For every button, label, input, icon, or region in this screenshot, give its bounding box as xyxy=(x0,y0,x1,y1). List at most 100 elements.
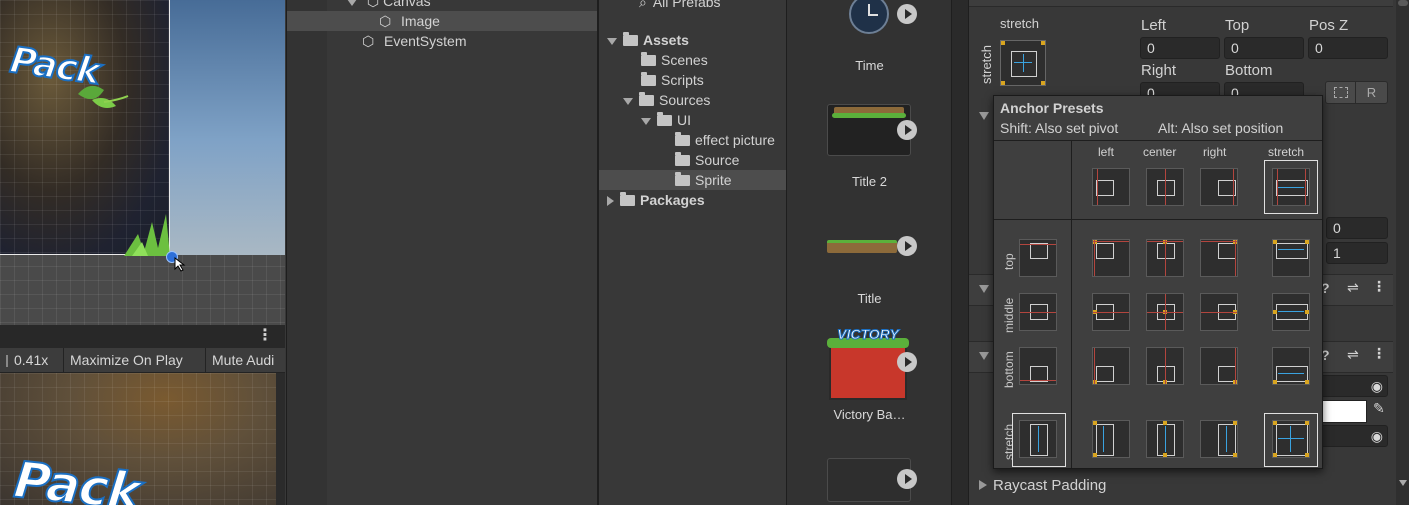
anchor-presets-popup: Anchor Presets Shift: Also set pivot Alt… xyxy=(993,95,1323,469)
tree-item-packages[interactable]: Packages xyxy=(607,190,705,210)
foldout-arrow-icon[interactable] xyxy=(979,285,989,293)
hierarchy-item-canvas[interactable]: ⬡ Canvas xyxy=(347,0,431,11)
inspector-scrollbar[interactable] xyxy=(1396,0,1409,505)
play-icon[interactable] xyxy=(897,469,917,489)
hierarchy-label: Canvas xyxy=(383,0,431,9)
scroll-down-icon[interactable] xyxy=(1399,480,1407,486)
anchor-preset-button[interactable] xyxy=(1000,40,1046,86)
tree-item-source[interactable]: Source xyxy=(675,150,739,170)
asset-label-title2: Title 2 xyxy=(852,174,887,189)
preset-icon[interactable]: ⇌ xyxy=(1347,346,1359,363)
hierarchy-label: EventSystem xyxy=(384,33,467,49)
preset-none-left[interactable] xyxy=(1092,168,1130,206)
tree-item-ui[interactable]: UI xyxy=(641,110,691,130)
tree-item-sources[interactable]: Sources xyxy=(623,90,710,110)
asset-label-victory: Victory Ba… xyxy=(833,407,906,422)
preset-none-right[interactable] xyxy=(1200,168,1238,206)
row-label-bottom: bottom xyxy=(1002,351,1016,388)
tree-item-effect-picture[interactable]: effect picture xyxy=(675,130,775,150)
game-scrollbar[interactable] xyxy=(276,373,285,505)
play-icon[interactable] xyxy=(897,236,917,256)
expand-arrow-icon[interactable] xyxy=(623,97,633,105)
raw-edit-button[interactable]: R xyxy=(1355,81,1388,104)
eyedropper-icon[interactable]: ✎ xyxy=(1373,400,1385,417)
cube-icon: ⬡ xyxy=(362,33,375,49)
preset-stretch-none[interactable] xyxy=(1019,420,1057,458)
alt-hint: Alt: Also set position xyxy=(1158,120,1284,136)
vertical-dots-icon[interactable]: ⋮ xyxy=(257,328,273,344)
preset-top-stretch[interactable] xyxy=(1272,239,1310,277)
preset-bottom-none[interactable] xyxy=(1019,347,1057,385)
object-picker-icon[interactable]: ◉ xyxy=(1371,426,1383,446)
preset-stretch-stretch[interactable] xyxy=(1272,420,1310,458)
raycast-padding-label[interactable]: Raycast Padding xyxy=(993,477,1106,494)
clock-icon[interactable] xyxy=(849,0,889,34)
preset-middle-right[interactable] xyxy=(1200,293,1238,331)
game-view[interactable]: Pack xyxy=(0,373,285,505)
foldout-arrow-icon[interactable] xyxy=(979,480,987,490)
tree-label: Packages xyxy=(640,192,705,208)
expand-arrow-icon[interactable] xyxy=(347,0,357,6)
preset-middle-left[interactable] xyxy=(1092,293,1130,331)
preset-top-right[interactable] xyxy=(1200,239,1238,277)
folder-icon xyxy=(641,51,656,66)
maximize-on-play-button[interactable]: Maximize On Play xyxy=(64,348,206,372)
all-prefabs-item[interactable]: ⌕ All Prefabs xyxy=(639,0,721,12)
pivot-y-field[interactable]: 1 xyxy=(1326,242,1388,264)
preset-top-left[interactable] xyxy=(1092,239,1130,277)
preset-bottom-center[interactable] xyxy=(1146,347,1184,385)
hierarchy-panel: ⬡ Canvas ⬡ Image ⬡ EventSystem xyxy=(286,0,597,505)
posz-label: Pos Z xyxy=(1309,17,1349,34)
posz-field[interactable]: 0 xyxy=(1308,37,1388,59)
panel-splitter[interactable] xyxy=(951,0,969,505)
preset-stretch-left[interactable] xyxy=(1092,420,1130,458)
preset-top-none[interactable] xyxy=(1019,239,1057,277)
play-icon[interactable] xyxy=(897,4,917,24)
preset-icon[interactable]: ⇌ xyxy=(1347,279,1359,296)
tree-item-scripts[interactable]: Scripts xyxy=(641,70,704,90)
pivot-x-field[interactable]: 0 xyxy=(1326,217,1388,239)
preset-bottom-stretch[interactable] xyxy=(1272,347,1310,385)
preset-top-center[interactable] xyxy=(1146,239,1184,277)
tree-item-scenes[interactable]: Scenes xyxy=(641,50,708,70)
object-picker-icon[interactable]: ◉ xyxy=(1371,376,1383,396)
expand-arrow-icon[interactable] xyxy=(607,196,614,207)
preset-middle-center[interactable] xyxy=(1146,293,1184,331)
expand-arrow-icon[interactable] xyxy=(641,117,651,125)
foldout-arrow-icon[interactable] xyxy=(979,112,989,120)
tree-label: UI xyxy=(677,112,691,128)
top-field[interactable]: 0 xyxy=(1224,37,1304,59)
preset-bottom-left[interactable] xyxy=(1092,347,1130,385)
tree-item-sprite[interactable]: Sprite xyxy=(599,170,787,190)
material-field[interactable]: ◉ xyxy=(1321,425,1388,447)
tree-item-assets[interactable]: Assets xyxy=(607,30,689,50)
left-field[interactable]: 0 xyxy=(1140,37,1220,59)
preset-middle-stretch[interactable] xyxy=(1272,293,1310,331)
preset-stretch-right[interactable] xyxy=(1200,420,1238,458)
row-label-middle: middle xyxy=(1002,297,1016,333)
blueprint-mode-icon[interactable] xyxy=(1325,81,1357,104)
preset-middle-none[interactable] xyxy=(1019,293,1057,331)
preset-bottom-right[interactable] xyxy=(1200,347,1238,385)
preset-stretch-center[interactable] xyxy=(1146,420,1184,458)
vertical-dots-icon[interactable]: ⋮ xyxy=(1372,278,1386,295)
vertical-dots-icon[interactable]: ⋮ xyxy=(1372,345,1386,362)
foldout-arrow-icon[interactable] xyxy=(979,352,989,360)
hierarchy-item-image[interactable]: ⬡ Image xyxy=(287,11,597,31)
preset-none-center[interactable] xyxy=(1146,168,1184,206)
asset-thumb-title[interactable] xyxy=(827,240,897,253)
hierarchy-item-eventsystem[interactable]: ⬡ EventSystem xyxy=(287,31,597,51)
play-icon[interactable] xyxy=(897,120,917,140)
mute-audio-button[interactable]: Mute Audi xyxy=(206,348,285,372)
zoom-scale[interactable]: 0.41x xyxy=(0,348,64,372)
scene-view[interactable]: Pack xyxy=(0,0,285,325)
asset-grid: Time Title 2 Title VICTORY Victory Ba… xyxy=(786,0,952,505)
tree-label: Scenes xyxy=(661,52,708,68)
tree-label: Sprite xyxy=(695,172,732,188)
play-icon[interactable] xyxy=(897,352,917,372)
expand-arrow-icon[interactable] xyxy=(607,37,617,45)
preset-none-stretch[interactable] xyxy=(1272,168,1310,206)
skybox xyxy=(170,0,285,255)
source-image-field[interactable]: ◉ xyxy=(1321,375,1388,397)
color-swatch[interactable] xyxy=(1321,400,1367,423)
